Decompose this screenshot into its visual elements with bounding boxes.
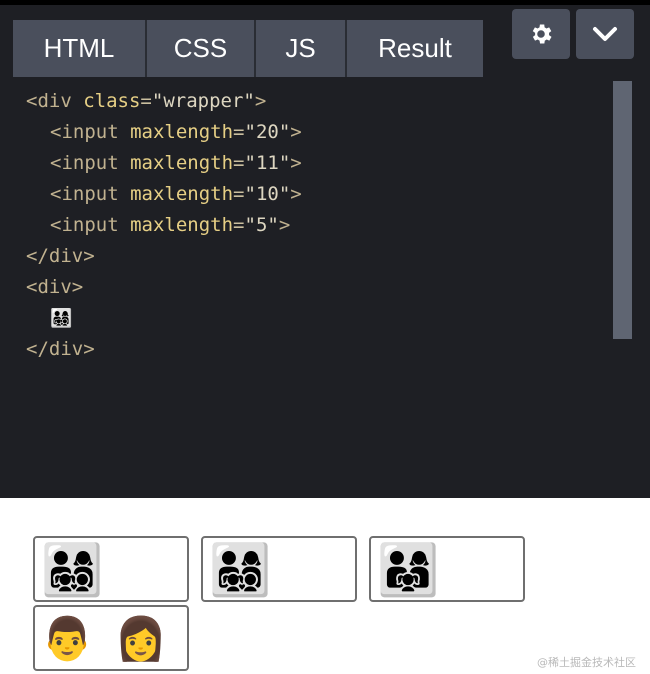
code-tag: <div> bbox=[26, 276, 84, 298]
code-line: <input maxlength="11"> bbox=[26, 148, 302, 179]
text-input-maxlength-10[interactable]: 👨‍👩‍👧 bbox=[369, 536, 525, 602]
code-value: "10" bbox=[244, 183, 291, 205]
code-attr: class bbox=[83, 90, 141, 112]
chevron-down-icon bbox=[593, 27, 617, 41]
code-tag: <input bbox=[50, 214, 119, 236]
top-border bbox=[0, 0, 650, 5]
code-tag: <input bbox=[50, 152, 119, 174]
code-value: "wrapper" bbox=[151, 90, 255, 112]
settings-button[interactable] bbox=[512, 9, 570, 59]
code-line: 👨‍👩‍👧‍👦 bbox=[26, 303, 302, 334]
code-eq: = bbox=[233, 183, 245, 205]
code-tag: <input bbox=[50, 121, 119, 143]
result-panel: 👨‍👩‍👧‍👦 👨‍👩‍👧‍👦 👨‍👩‍👧 👨 👩 bbox=[0, 498, 650, 674]
code-tag: </div> bbox=[26, 245, 95, 267]
code-tag-close: > bbox=[290, 183, 302, 205]
code-eq: = bbox=[233, 152, 245, 174]
input-value: 👨‍👩‍👧 bbox=[377, 541, 440, 599]
code-value: "5" bbox=[244, 214, 279, 236]
code-line: <input maxlength="5"> bbox=[26, 210, 302, 241]
code-tag: <input bbox=[50, 183, 119, 205]
code-tag: <div bbox=[26, 90, 72, 112]
code-editor: HTML CSS JS Result <div class="wrapper">… bbox=[0, 0, 650, 498]
code-line: <div> bbox=[26, 272, 302, 303]
code-line: </div> bbox=[26, 241, 302, 272]
code-attr: maxlength bbox=[130, 214, 234, 236]
code-line: <input maxlength="10"> bbox=[26, 179, 302, 210]
code-eq: = bbox=[233, 121, 245, 143]
input-value: 👨‍👩‍👧‍👦 bbox=[41, 541, 104, 599]
watermark: @稀土掘金技术社区 bbox=[537, 656, 636, 669]
code-value: "20" bbox=[244, 121, 291, 143]
text-input-maxlength-20[interactable]: 👨‍👩‍👧‍👦 bbox=[33, 536, 189, 602]
code-emoji: 👨‍👩‍👧‍👦 bbox=[50, 308, 73, 329]
tab-css[interactable]: CSS bbox=[147, 20, 256, 77]
text-input-maxlength-5[interactable]: 👨 👩 bbox=[33, 605, 189, 671]
code-tag-close: > bbox=[278, 214, 291, 236]
code-tag-close: > bbox=[254, 90, 267, 112]
tab-html[interactable]: HTML bbox=[13, 20, 147, 77]
code-line: <input maxlength="20"> bbox=[26, 117, 302, 148]
code-attr: maxlength bbox=[130, 152, 234, 174]
code-line: <div class="wrapper"> bbox=[26, 86, 302, 117]
html-source[interactable]: <div class="wrapper"> <input maxlength="… bbox=[26, 86, 302, 365]
tab-result[interactable]: Result bbox=[347, 20, 483, 77]
code-line: </div> bbox=[26, 334, 302, 365]
code-eq: = bbox=[233, 214, 245, 236]
tab-js[interactable]: JS bbox=[256, 20, 347, 77]
code-eq: = bbox=[140, 90, 152, 112]
gear-icon bbox=[532, 24, 552, 44]
code-tag: </div> bbox=[26, 338, 95, 360]
vertical-scrollbar[interactable] bbox=[613, 81, 632, 339]
code-attr: maxlength bbox=[130, 121, 234, 143]
text-input-maxlength-11[interactable]: 👨‍👩‍👧‍👦 bbox=[201, 536, 357, 602]
code-attr: maxlength bbox=[130, 183, 234, 205]
input-value: 👨 👩 bbox=[41, 614, 171, 663]
code-tag-close: > bbox=[290, 121, 302, 143]
collapse-button[interactable] bbox=[576, 9, 634, 59]
input-value: 👨‍👩‍👧‍👦 bbox=[209, 541, 272, 599]
tab-bar: HTML CSS JS Result bbox=[13, 20, 483, 77]
code-tag-close: > bbox=[290, 152, 302, 174]
code-value: "11" bbox=[244, 152, 291, 174]
